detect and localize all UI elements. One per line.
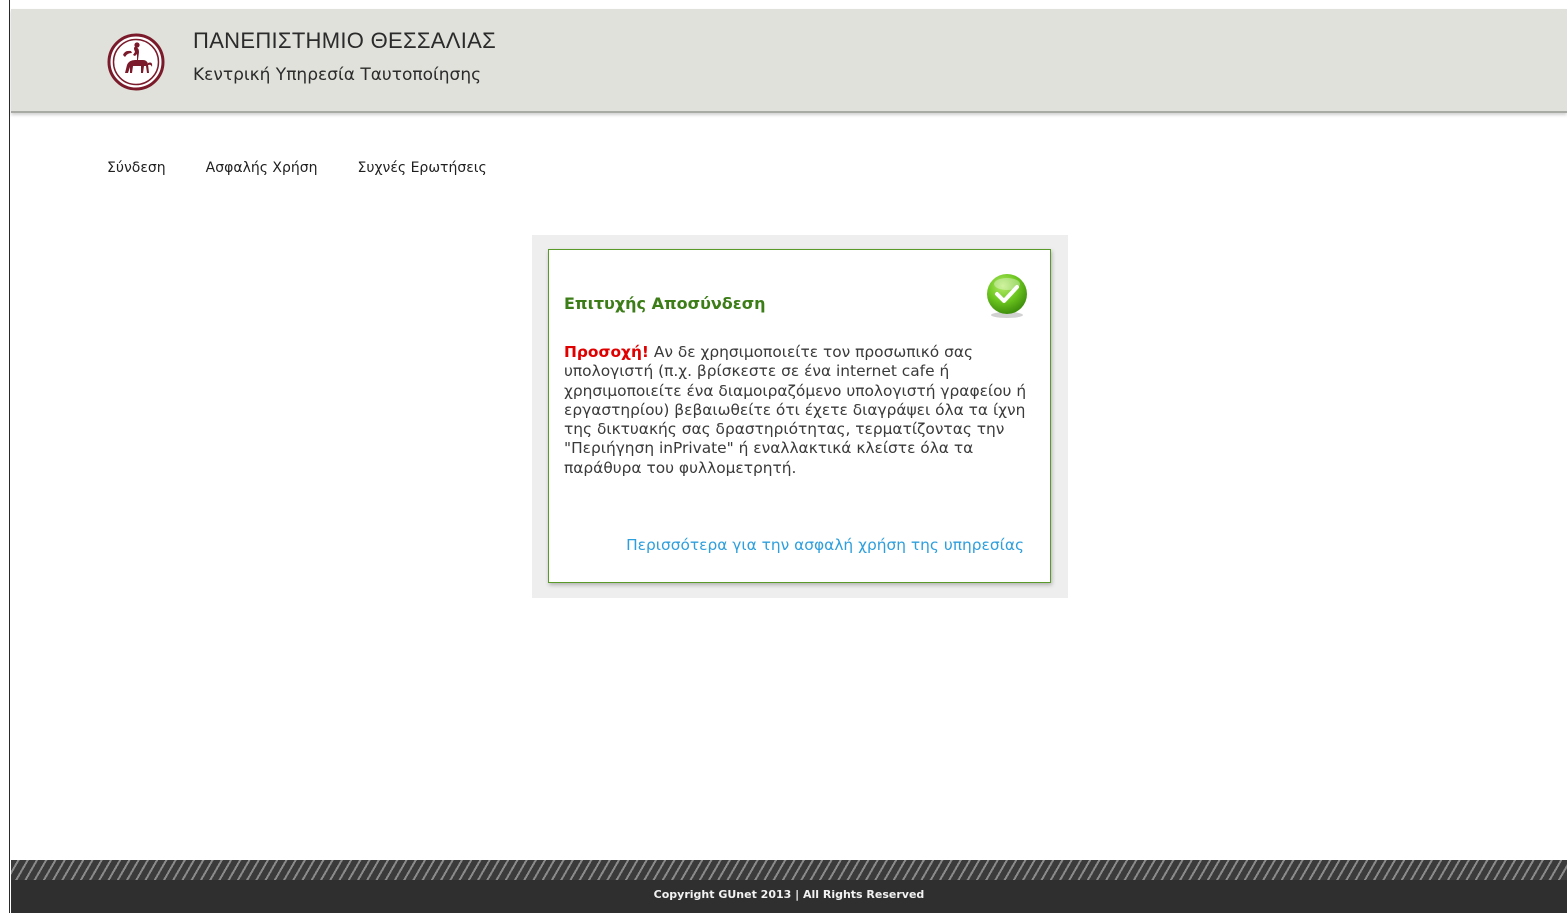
safe-use-more-link[interactable]: Περισσότερα για την ασφαλή χρήση της υπη…	[626, 536, 1024, 554]
top-strip	[0, 0, 1567, 9]
nav-item-faq[interactable]: Συχνές Ερωτήσεις	[358, 160, 487, 176]
warning-message: Προσοχή! Αν δε χρησιμοποιείτε τον προσωπ…	[564, 343, 1039, 478]
logout-panel-container: Επιτυχής Αποσύνδεση Προσοχή! Αν δε χρησι…	[532, 235, 1068, 598]
service-name: Κεντρική Υπηρεσία Ταυτοποίησης	[193, 65, 482, 85]
header: ΠΑΝΕΠΙΣΤΗΜΙΟ ΘΕΣΣΑΛΙΑΣ Κεντρική Υπηρεσία…	[11, 9, 1567, 113]
nav-item-safe-use[interactable]: Ασφαλής Χρήση	[206, 160, 318, 176]
warning-label: Προσοχή!	[564, 343, 649, 361]
footer: Copyright GUnet 2013 | All Rights Reserv…	[11, 880, 1567, 913]
left-edge	[0, 0, 10, 913]
panel-title: Επιτυχής Αποσύνδεση	[564, 294, 766, 313]
centaur-logo-icon[interactable]	[107, 33, 165, 91]
warning-text: Αν δε χρησιμοποιείτε τον προσωπικό σας υ…	[564, 343, 1027, 477]
logout-panel: Επιτυχής Αποσύνδεση Προσοχή! Αν δε χρησι…	[548, 249, 1051, 583]
nav-item-login[interactable]: Σύνδεση	[107, 160, 166, 176]
university-name: ΠΑΝΕΠΙΣΤΗΜΙΟ ΘΕΣΣΑΛΙΑΣ	[193, 28, 497, 53]
page: ΠΑΝΕΠΙΣΤΗΜΙΟ ΘΕΣΣΑΛΙΑΣ Κεντρική Υπηρεσία…	[0, 0, 1567, 913]
footer-stripes	[11, 860, 1567, 880]
success-check-icon	[984, 273, 1030, 319]
copyright-text: Copyright GUnet 2013 | All Rights Reserv…	[653, 888, 925, 901]
main-nav: Σύνδεση Ασφαλής Χρήση Συχνές Ερωτήσεις	[107, 160, 527, 176]
